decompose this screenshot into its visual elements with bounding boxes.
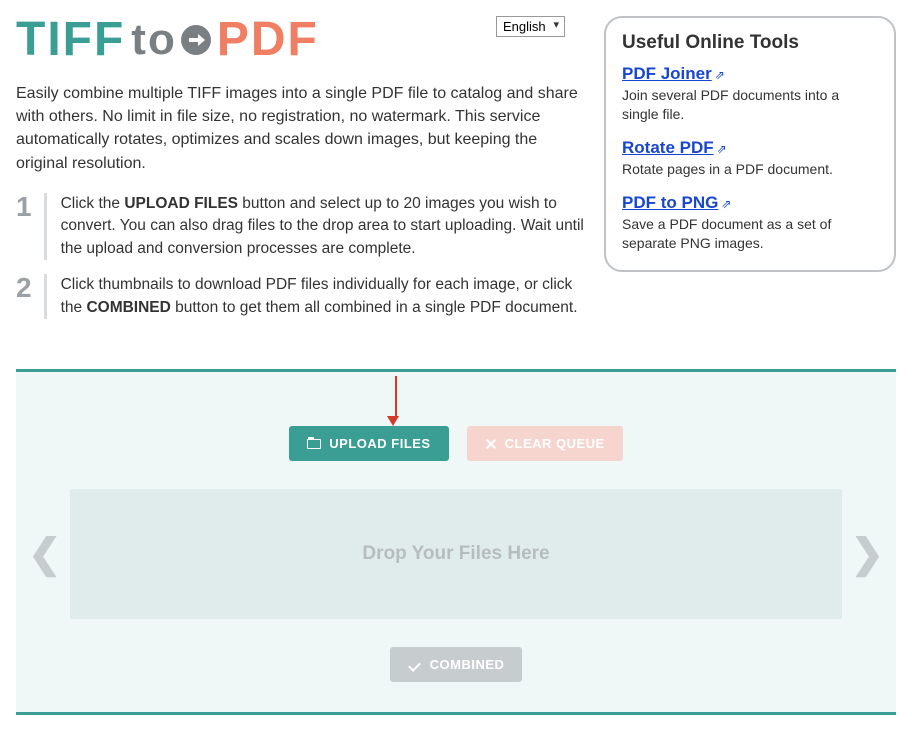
step-number: 2: [16, 274, 47, 319]
steps-list: 1 Click the UPLOAD FILES button and sele…: [16, 193, 584, 319]
red-arrow-annotation: [392, 376, 399, 426]
tool-rotate-pdf: Rotate PDF⇗ Rotate pages in a PDF docume…: [622, 138, 878, 179]
next-arrow[interactable]: ❯: [848, 534, 886, 574]
combined-button-label: COMBINED: [430, 657, 505, 672]
tool-pdf-joiner: PDF Joiner⇗ Join several PDF documents i…: [622, 64, 878, 124]
clear-queue-button[interactable]: CLEAR QUEUE: [467, 426, 623, 461]
tool-link-pdf-joiner[interactable]: PDF Joiner: [622, 64, 712, 83]
step-2: 2 Click thumbnails to download PDF files…: [16, 274, 584, 319]
folder-icon: [307, 439, 321, 449]
sidebar-title: Useful Online Tools: [622, 32, 878, 54]
combined-button[interactable]: COMBINED: [390, 647, 523, 682]
tool-link-rotate-pdf[interactable]: Rotate PDF: [622, 138, 714, 157]
logo-to-text: to: [131, 18, 177, 62]
drop-zone-text: Drop Your Files Here: [362, 543, 549, 565]
external-link-icon: ⇗: [715, 68, 725, 82]
external-link-icon: ⇗: [721, 197, 731, 211]
drop-zone[interactable]: Drop Your Files Here: [70, 489, 843, 619]
upload-files-button[interactable]: UPLOAD FILES: [289, 426, 448, 461]
arrow-circle-icon: [181, 25, 211, 55]
upload-area: UPLOAD FILES CLEAR QUEUE ❮ Drop Your Fil…: [16, 369, 896, 715]
clear-button-label: CLEAR QUEUE: [505, 436, 605, 451]
logo-tiff: TIFF: [16, 16, 125, 64]
step-1: 1 Click the UPLOAD FILES button and sele…: [16, 193, 584, 260]
tool-link-pdf-to-png[interactable]: PDF to PNG: [622, 193, 718, 212]
tool-desc: Rotate pages in a PDF document.: [622, 160, 878, 179]
language-select[interactable]: English: [496, 16, 565, 37]
close-icon: [485, 438, 497, 450]
check-icon: [408, 660, 422, 670]
external-link-icon: ⇗: [717, 142, 727, 156]
upload-button-label: UPLOAD FILES: [329, 436, 430, 451]
step-number: 1: [16, 193, 47, 260]
logo-to: to: [131, 18, 211, 62]
prev-arrow[interactable]: ❮: [26, 534, 64, 574]
sidebar-useful-tools: Useful Online Tools PDF Joiner⇗ Join sev…: [604, 16, 896, 272]
tool-pdf-to-png: PDF to PNG⇗ Save a PDF document as a set…: [622, 193, 878, 253]
logo-pdf: PDF: [217, 16, 319, 64]
tool-desc: Save a PDF document as a set of separate…: [622, 215, 878, 253]
intro-text: Easily combine multiple TIFF images into…: [16, 82, 584, 175]
step-text: Click the UPLOAD FILES button and select…: [61, 193, 584, 260]
tool-desc: Join several PDF documents into a single…: [622, 86, 878, 124]
step-text: Click thumbnails to download PDF files i…: [61, 274, 584, 319]
language-selector[interactable]: English: [496, 16, 565, 37]
